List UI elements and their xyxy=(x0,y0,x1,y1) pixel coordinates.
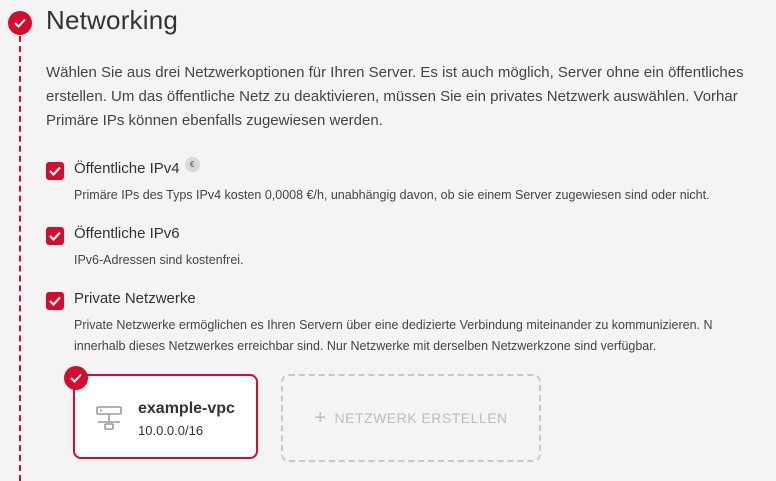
ipv6-description: IPv6-Adressen sind kostenfrei. xyxy=(74,250,776,271)
private-networks-label: Private Netzwerke xyxy=(74,290,196,307)
intro-line: Primäre IPs können ebenfalls zugewiesen … xyxy=(46,112,383,129)
network-card-example-vpc[interactable]: example-vpc 10.0.0.0/16 xyxy=(73,374,258,459)
ipv4-label: Öffentliche IPv4 xyxy=(74,160,180,177)
ipv4-description-line: Primäre IPs des Typs IPv4 kosten 0,0008 … xyxy=(74,188,710,202)
ipv4-label-wrap[interactable]: Öffentliche IPv4 € xyxy=(74,157,200,177)
intro-line: erstellen. Um das öffentliche Netz zu de… xyxy=(46,88,738,105)
ipv6-label: Öffentliche IPv6 xyxy=(74,225,180,242)
ipv4-checkbox[interactable] xyxy=(46,162,64,180)
create-network-button[interactable]: + NETZWERK ERSTELLEN xyxy=(281,374,541,462)
ipv6-description-line: IPv6-Adressen sind kostenfrei. xyxy=(74,253,244,267)
timeline-line xyxy=(19,36,21,481)
private-networks-label-wrap[interactable]: Private Netzwerke xyxy=(74,290,196,307)
ipv4-description: Primäre IPs des Typs IPv4 kosten 0,0008 … xyxy=(74,185,776,206)
section-title: Networking xyxy=(46,5,179,35)
ipv6-checkbox[interactable] xyxy=(46,227,64,245)
step-complete-icon xyxy=(8,11,32,35)
euro-badge-icon: € xyxy=(184,157,200,172)
private-networks-description: Private Netzwerke ermöglichen es Ihren S… xyxy=(74,315,776,357)
create-network-label: NETZWERK ERSTELLEN xyxy=(334,410,508,426)
private-networks-description-line: innerhalb dieses Netzwerkes erreichbar s… xyxy=(74,339,657,353)
intro-line: Wählen Sie aus drei Netzwerkoptionen für… xyxy=(46,64,744,81)
plus-icon: + xyxy=(314,407,327,429)
private-networks-checkbox[interactable] xyxy=(46,292,64,310)
private-networks-description-line: Private Netzwerke ermöglichen es Ihren S… xyxy=(74,318,713,332)
section-intro: Wählen Sie aus drei Netzwerkoptionen für… xyxy=(46,61,776,133)
network-ip-range: 10.0.0.0/16 xyxy=(138,423,204,438)
network-icon xyxy=(95,405,123,436)
network-name: example-vpc xyxy=(138,400,235,417)
ipv6-label-wrap[interactable]: Öffentliche IPv6 xyxy=(74,225,180,242)
network-selected-check-icon xyxy=(64,366,88,390)
